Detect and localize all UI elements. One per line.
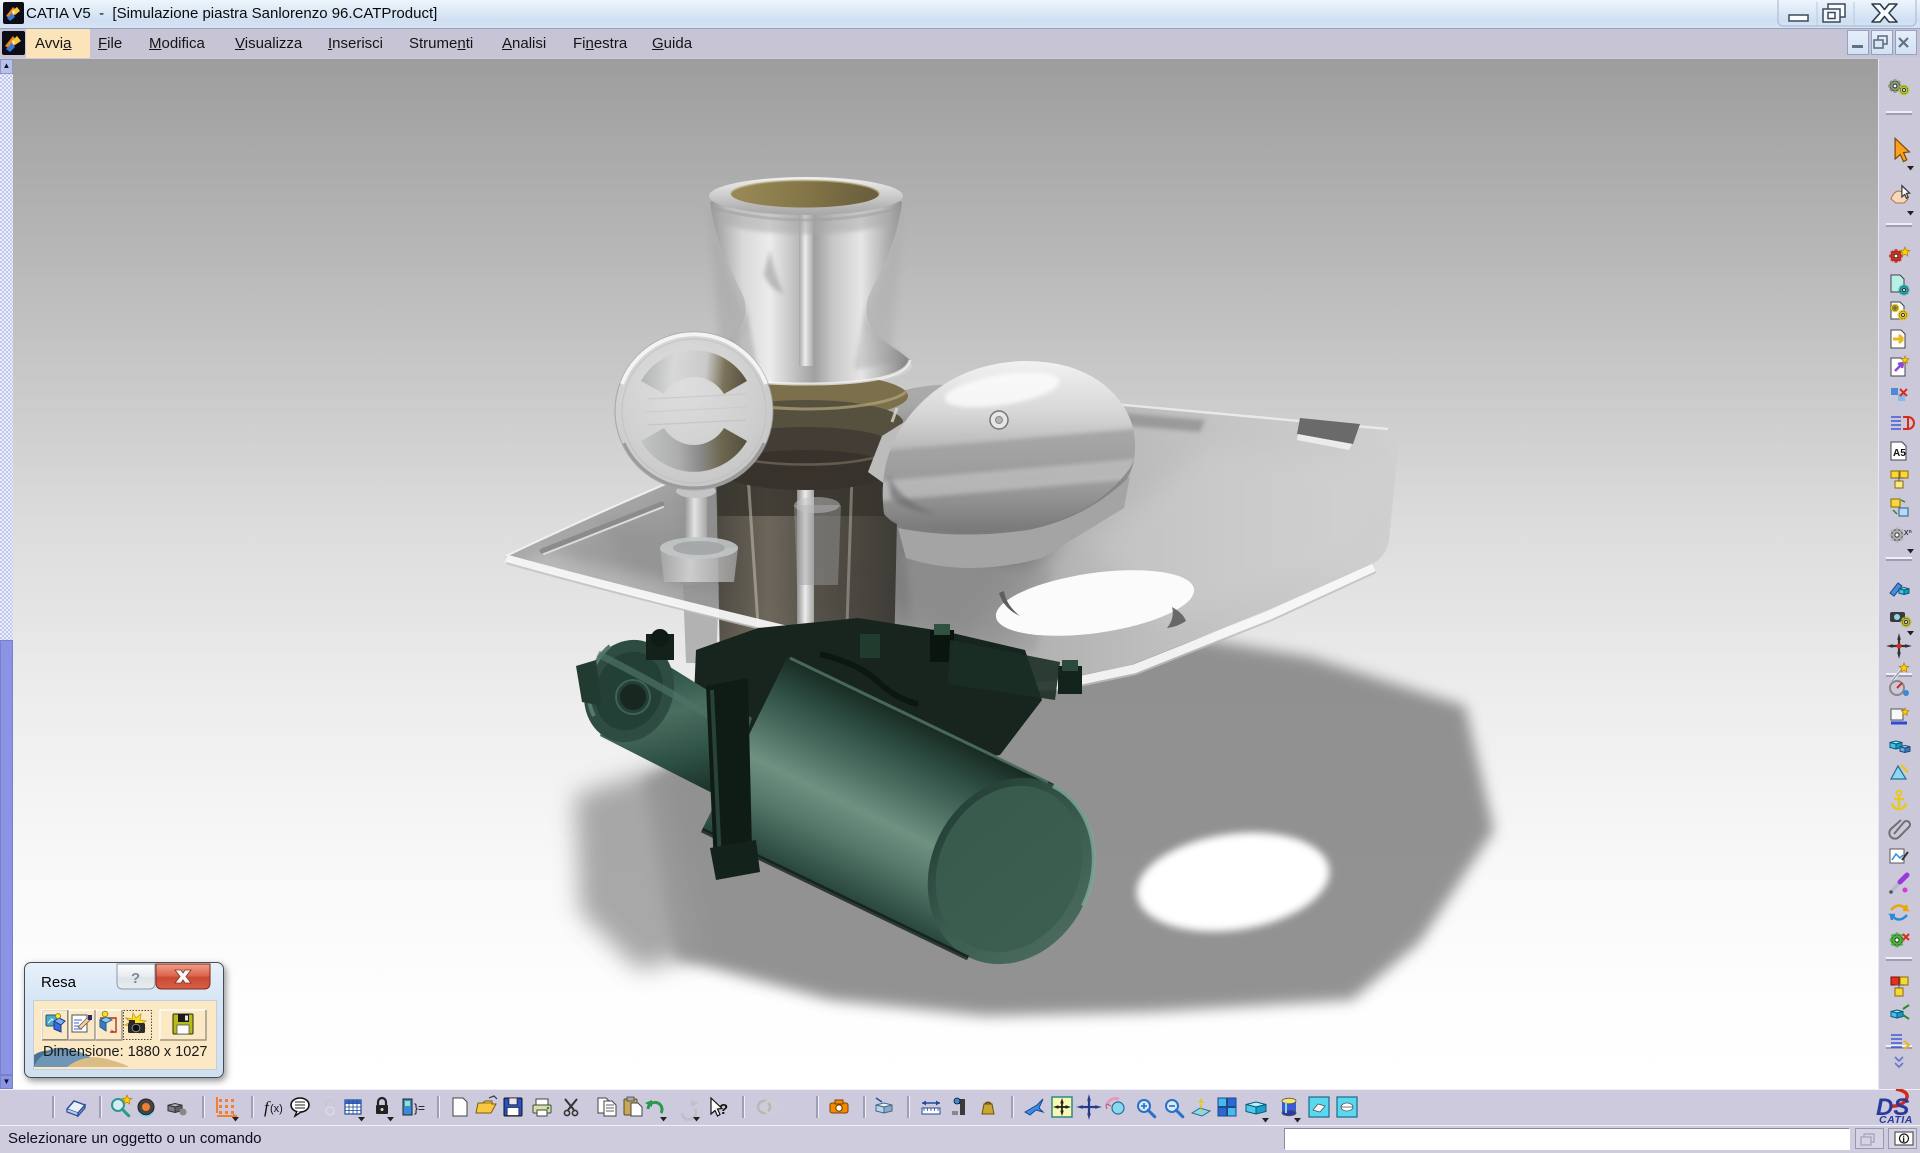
svg-text:A5: A5 bbox=[1893, 448, 1906, 459]
svg-text:?: ? bbox=[131, 970, 140, 987]
svg-text:(x): (x) bbox=[270, 1103, 283, 1115]
svg-text:?: ? bbox=[719, 1101, 728, 1118]
svg-text:CATIA: CATIA bbox=[1879, 1114, 1913, 1125]
svg-text:Dimensione: 1880 x 1027: Dimensione: 1880 x 1027 bbox=[43, 1044, 207, 1060]
svg-text:xⁿ: xⁿ bbox=[1904, 527, 1912, 537]
svg-text:}=: }= bbox=[414, 1101, 425, 1115]
